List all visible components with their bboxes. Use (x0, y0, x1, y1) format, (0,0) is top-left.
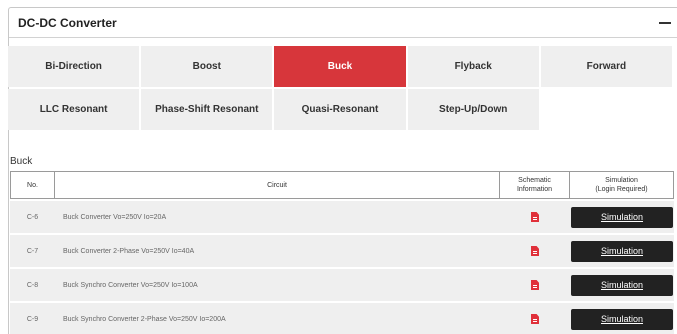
table-row: C-8 Buck Synchro Converter Vo=250V Io=10… (10, 267, 674, 301)
row-schematic (500, 267, 570, 301)
tab-bi-direction[interactable]: Bi-Direction (8, 46, 140, 87)
header-simulation-line1: Simulation (605, 177, 638, 184)
circuit-table: No. Circuit Schematic Information Simula… (10, 171, 674, 334)
tab-placeholder (541, 89, 672, 130)
simulation-button[interactable]: Simulation (571, 308, 673, 330)
simulation-button[interactable]: Simulation (571, 206, 673, 228)
header-circuit: Circuit (55, 171, 500, 199)
header-schematic-line1: Schematic (518, 177, 551, 184)
tab-llc-resonant[interactable]: LLC Resonant (8, 89, 140, 130)
tab-buck[interactable]: Buck (274, 46, 406, 87)
header-simulation: Simulation (Login Required) (570, 171, 674, 199)
pdf-icon[interactable] (531, 246, 539, 256)
tab-quasi-resonant[interactable]: Quasi-Resonant (274, 89, 406, 130)
simulation-button[interactable]: Simulation (571, 240, 673, 262)
tab-phase-shift-resonant[interactable]: Phase-Shift Resonant (141, 89, 273, 130)
header-schematic: Schematic Information (500, 171, 570, 199)
header-simulation-line2: (Login Required) (595, 186, 648, 193)
tab-flyback[interactable]: Flyback (407, 46, 539, 87)
row-circuit: Buck Converter Vo=250V Io=20A (55, 199, 500, 233)
pdf-icon[interactable] (531, 212, 539, 222)
panel-title: DC-DC Converter (18, 15, 117, 30)
row-number: C-9 (10, 301, 55, 334)
row-circuit: Buck Converter 2-Phase Vo=250V Io=40A (55, 233, 500, 267)
minus-icon[interactable] (659, 21, 671, 24)
row-schematic (500, 199, 570, 233)
table-header-row: No. Circuit Schematic Information Simula… (10, 171, 674, 199)
row-number: C-7 (10, 233, 55, 267)
simulation-button[interactable]: Simulation (571, 274, 673, 296)
row-simulation: Simulation (570, 233, 674, 267)
table-row: C-9 Buck Synchro Converter 2-Phase Vo=25… (10, 301, 674, 334)
row-simulation: Simulation (570, 301, 674, 334)
row-schematic (500, 301, 570, 334)
topology-tabs: Bi-Direction Boost Buck Flyback Forward … (8, 46, 672, 130)
tab-boost[interactable]: Boost (141, 46, 273, 87)
pdf-icon[interactable] (531, 280, 539, 290)
header-no: No. (10, 171, 55, 199)
table-row: C-6 Buck Converter Vo=250V Io=20A Simula… (10, 199, 674, 233)
section-title: Buck (10, 156, 33, 167)
row-number: C-8 (10, 267, 55, 301)
row-circuit: Buck Synchro Converter 2-Phase Vo=250V I… (55, 301, 500, 334)
row-simulation: Simulation (570, 267, 674, 301)
row-number: C-6 (10, 199, 55, 233)
header-schematic-line2: Information (516, 186, 553, 193)
row-simulation: Simulation (570, 199, 674, 233)
tab-forward[interactable]: Forward (540, 46, 672, 87)
tab-step-up-down[interactable]: Step-Up/Down (407, 89, 539, 130)
row-schematic (500, 233, 570, 267)
panel-header[interactable]: DC-DC Converter (9, 8, 677, 38)
row-circuit: Buck Synchro Converter Vo=250V Io=100A (55, 267, 500, 301)
pdf-icon[interactable] (531, 314, 539, 324)
table-row: C-7 Buck Converter 2-Phase Vo=250V Io=40… (10, 233, 674, 267)
